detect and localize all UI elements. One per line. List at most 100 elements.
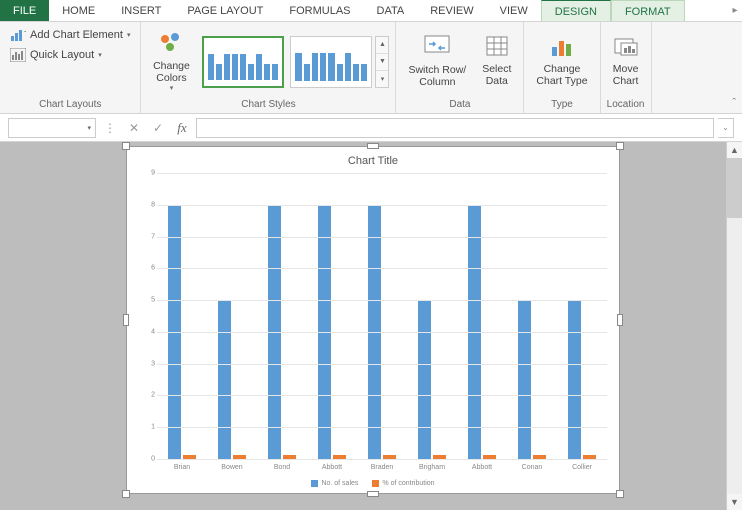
resize-handle[interactable] (122, 142, 130, 150)
y-tick: 6 (151, 265, 155, 272)
y-tick: 4 (151, 328, 155, 335)
gridline (157, 300, 607, 301)
bar-group[interactable] (257, 173, 307, 459)
gallery-down-icon[interactable]: ▼ (376, 54, 388, 71)
resize-handle[interactable] (367, 143, 379, 149)
switch-label: Switch Row/ Column (408, 64, 466, 89)
resize-handle[interactable] (122, 490, 130, 498)
bar-group[interactable] (457, 173, 507, 459)
gridline (157, 205, 607, 206)
vertical-scrollbar[interactable]: ▲ ▼ (726, 142, 742, 510)
legend-label: No. of sales (321, 480, 358, 487)
change-colors-button[interactable]: Change Colors ▾ (147, 26, 195, 97)
legend-swatch (311, 480, 318, 487)
bar[interactable] (418, 300, 431, 459)
name-box[interactable]: ▾ (8, 118, 96, 138)
bar-group[interactable] (557, 173, 607, 459)
x-label: Braden (357, 464, 407, 471)
x-label: Abbott (307, 464, 357, 471)
formula-input[interactable] (196, 118, 714, 138)
resize-handle[interactable] (616, 490, 624, 498)
move-chart-button[interactable]: Move Chart (607, 26, 645, 97)
scroll-down-icon[interactable]: ▼ (727, 494, 742, 510)
legend-item: % of contribution (372, 480, 434, 487)
resize-handle[interactable] (616, 142, 624, 150)
chevron-down-icon: ▾ (127, 31, 131, 39)
bar[interactable] (518, 300, 531, 459)
quick-layout-icon (10, 48, 26, 62)
select-data-button[interactable]: Select Data (476, 26, 517, 97)
bar-group[interactable] (157, 173, 207, 459)
plot-area[interactable]: 0123456789 (157, 173, 607, 459)
tab-design[interactable]: DESIGN (541, 0, 611, 21)
tab-review[interactable]: REVIEW (417, 0, 486, 21)
x-label: Bond (257, 464, 307, 471)
resize-handle[interactable] (367, 491, 379, 497)
tab-data[interactable]: DATA (364, 0, 418, 21)
resize-handle[interactable] (123, 314, 129, 326)
tab-format[interactable]: FORMAT (611, 0, 685, 21)
group-label: Type (530, 97, 593, 111)
add-chart-element-button[interactable]: + Add Chart Element ▾ (6, 26, 134, 44)
gallery-more-icon[interactable]: ▾ (376, 71, 388, 87)
cancel-formula-icon[interactable]: ✕ (124, 118, 144, 138)
quick-layout-button[interactable]: Quick Layout ▾ (6, 46, 106, 64)
tab-home[interactable]: HOME (49, 0, 108, 21)
bar[interactable] (218, 300, 231, 459)
chart-legend[interactable]: No. of sales % of contribution (127, 480, 619, 487)
chart-object[interactable]: Chart Title 0123456789 BrianBowenBondAbb… (126, 146, 620, 494)
resize-handle[interactable] (617, 314, 623, 326)
legend-label: % of contribution (382, 480, 434, 487)
chart-style-thumb-1[interactable] (202, 36, 284, 88)
svg-text:+: + (24, 28, 26, 36)
bar-group[interactable] (207, 173, 257, 459)
change-colors-label: Change Colors (153, 60, 190, 85)
scroll-up-icon[interactable]: ▲ (727, 142, 742, 158)
table-icon (485, 35, 509, 63)
y-tick: 1 (151, 424, 155, 431)
x-label: Abbott (457, 464, 507, 471)
bar-group[interactable] (357, 173, 407, 459)
tab-formulas[interactable]: FORMULAS (276, 0, 363, 21)
bar-group[interactable] (407, 173, 457, 459)
y-tick: 7 (151, 233, 155, 240)
x-axis-labels: BrianBowenBondAbbottBradenBrighamAbbottC… (157, 464, 607, 471)
gridline (157, 332, 607, 333)
bar-group[interactable] (307, 173, 357, 459)
switch-icon (423, 34, 451, 64)
change-chart-type-label: Change Chart Type (536, 63, 587, 88)
scroll-thumb[interactable] (727, 158, 742, 218)
x-label: Conan (507, 464, 557, 471)
ribbon: + Add Chart Element ▾ Quick Layout ▾ Cha… (0, 22, 742, 114)
group-data: Switch Row/ Column Select Data Data (396, 22, 524, 113)
collapse-ribbon-icon[interactable]: ˆ (732, 97, 736, 109)
chart-style-thumb-2[interactable] (290, 36, 372, 88)
tab-file[interactable]: FILE (0, 0, 49, 21)
tab-page-layout[interactable]: PAGE LAYOUT (174, 0, 276, 21)
group-label: Data (402, 97, 517, 111)
x-label: Bowen (207, 464, 257, 471)
y-tick: 2 (151, 392, 155, 399)
change-chart-type-button[interactable]: Change Chart Type (530, 26, 593, 97)
insert-function-icon[interactable]: fx (172, 118, 192, 138)
enter-formula-icon[interactable]: ✓ (148, 118, 168, 138)
chart-title[interactable]: Chart Title (127, 147, 619, 171)
legend-swatch (372, 480, 379, 487)
chevron-down-icon: ▾ (87, 124, 91, 132)
group-label: Chart Layouts (6, 97, 134, 111)
switch-row-column-button[interactable]: Switch Row/ Column (402, 26, 472, 97)
bar[interactable] (568, 300, 581, 459)
gallery-up-icon[interactable]: ▲ (376, 37, 388, 54)
tab-insert[interactable]: INSERT (108, 0, 174, 21)
quick-layout-label: Quick Layout (30, 49, 94, 61)
tab-view[interactable]: VIEW (487, 0, 541, 21)
group-type: Change Chart Type Type (524, 22, 600, 113)
tab-scroll-right-icon[interactable]: ▸ (728, 0, 742, 21)
chevron-down-icon: ▾ (98, 51, 102, 59)
bar-group[interactable] (507, 173, 557, 459)
move-chart-label: Move Chart (613, 63, 639, 88)
chart-style-gallery: ▲ ▼ ▾ (199, 36, 389, 88)
expand-formula-bar-icon[interactable]: ⌄ (718, 118, 734, 138)
gridline (157, 427, 607, 428)
x-label: Collier (557, 464, 607, 471)
